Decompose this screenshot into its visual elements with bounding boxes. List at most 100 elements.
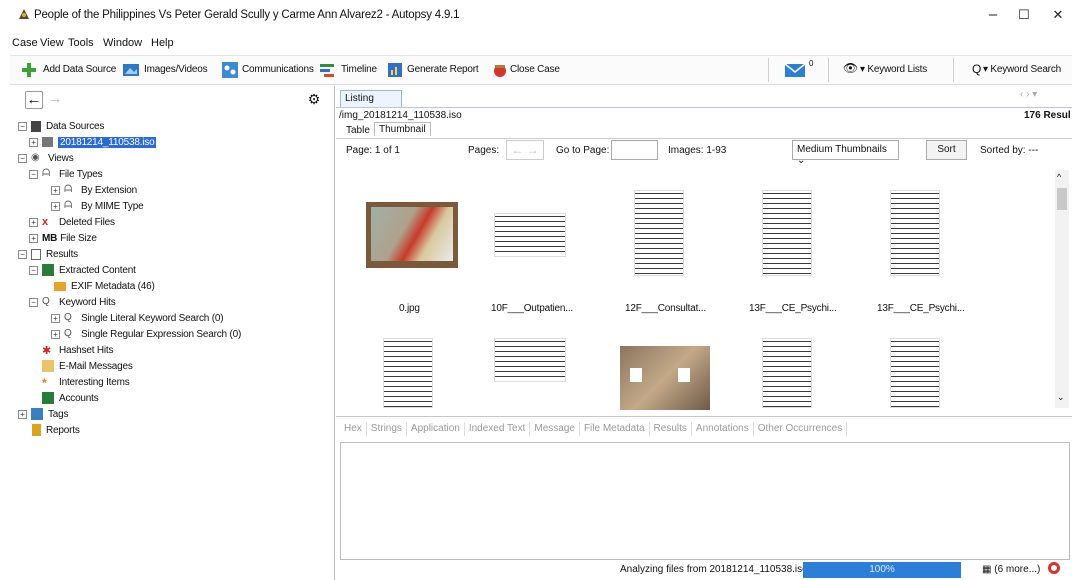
tree-reports[interactable]: Reports bbox=[32, 422, 80, 438]
tree-interesting[interactable]: * Interesting Items bbox=[42, 374, 130, 390]
tree-label: Accounts bbox=[59, 392, 99, 404]
menu-help[interactable]: Help bbox=[151, 37, 174, 49]
data-sources-icon bbox=[31, 120, 41, 132]
back-arrow-icon[interactable]: ← bbox=[25, 91, 43, 109]
tree-data-source-item[interactable]: + 20181214_110538.iso bbox=[29, 134, 157, 150]
communications-button[interactable]: Communications bbox=[242, 64, 314, 75]
tab-indexed-text[interactable]: Indexed Text bbox=[465, 422, 531, 436]
tree-views[interactable]: − ◉ Views bbox=[18, 150, 74, 166]
menu-case[interactable]: Case bbox=[12, 37, 38, 49]
tree-results[interactable]: − Results bbox=[18, 246, 78, 262]
tab-strings[interactable]: Strings bbox=[367, 422, 407, 436]
tab-hex[interactable]: Hex bbox=[340, 422, 367, 436]
tree-hashset-hits[interactable]: ✱ Hashset Hits bbox=[42, 342, 113, 358]
collapse-icon[interactable]: − bbox=[29, 265, 38, 275]
more-tasks-button[interactable]: ▦ (6 more...) bbox=[982, 564, 1040, 575]
thumbnail-caption: 12F___Consultat... bbox=[625, 303, 706, 314]
tab-scroll-arrows[interactable]: ‹ › ▾ bbox=[1020, 89, 1037, 100]
scrollbar-thumb[interactable] bbox=[1057, 188, 1067, 210]
thumbnail-document[interactable] bbox=[890, 338, 940, 408]
expand-icon[interactable]: + bbox=[51, 313, 60, 323]
tree-keyword-hits[interactable]: − Q Keyword Hits bbox=[29, 294, 116, 310]
tab-file-metadata[interactable]: File Metadata bbox=[580, 422, 650, 436]
tree-file-size[interactable]: + MB File Size bbox=[29, 230, 97, 246]
tab-message[interactable]: Message bbox=[530, 422, 580, 436]
thumbnail-document[interactable] bbox=[762, 190, 812, 276]
progress-value: 100% bbox=[869, 564, 895, 575]
expand-icon[interactable]: + bbox=[29, 137, 38, 147]
menu-window[interactable]: Window bbox=[103, 37, 142, 49]
timeline-icon bbox=[320, 64, 334, 77]
expand-icon[interactable]: + bbox=[51, 201, 60, 211]
keyword-lists-button[interactable]: ▾ Keyword Lists bbox=[860, 64, 927, 75]
thumbnail-subtab[interactable]: Thumbnail bbox=[374, 122, 431, 136]
gear-icon[interactable]: ⚙ bbox=[305, 91, 323, 109]
collapse-icon[interactable]: − bbox=[29, 169, 38, 179]
expand-icon[interactable]: + bbox=[29, 233, 38, 243]
notification-icon[interactable] bbox=[1048, 562, 1060, 574]
search-icon: Q bbox=[64, 328, 72, 339]
expand-icon[interactable]: + bbox=[51, 185, 60, 195]
expand-icon[interactable]: + bbox=[51, 329, 60, 339]
tab-other-occurrences[interactable]: Other Occurrences bbox=[754, 422, 848, 436]
tree-accounts[interactable]: Accounts bbox=[42, 390, 99, 406]
scroll-up-icon[interactable]: ^ bbox=[1057, 172, 1061, 182]
tree-email[interactable]: E-Mail Messages bbox=[42, 358, 133, 374]
thumbnail-caption: 0.jpg bbox=[399, 303, 420, 314]
mail-icon[interactable] bbox=[784, 61, 806, 79]
collapse-icon[interactable]: − bbox=[18, 249, 27, 259]
thumbnail-image[interactable] bbox=[366, 202, 458, 268]
thumbnail-document[interactable] bbox=[494, 213, 566, 257]
tab-application[interactable]: Application bbox=[407, 422, 465, 436]
add-data-source-button[interactable]: Add Data Source bbox=[43, 64, 116, 75]
tab-annotations[interactable]: Annotations bbox=[692, 422, 754, 436]
tree-data-sources[interactable]: − Data Sources bbox=[18, 118, 104, 134]
scroll-down-icon[interactable]: ⌄ bbox=[1057, 392, 1065, 403]
close-case-button[interactable]: Close Case bbox=[510, 64, 560, 75]
thumbnail-document[interactable] bbox=[762, 338, 812, 408]
content-viewer-area[interactable] bbox=[340, 442, 1070, 560]
tree-single-literal[interactable]: + Q Single Literal Keyword Search (0) bbox=[51, 310, 224, 326]
thumbnail-document[interactable] bbox=[634, 190, 684, 276]
tree-exif[interactable]: EXIF Metadata (46) bbox=[54, 278, 155, 294]
thumbnail-image[interactable] bbox=[620, 346, 710, 410]
keyword-search-label: Keyword Search bbox=[990, 64, 1061, 75]
thumbnail-document[interactable] bbox=[383, 338, 433, 408]
thumbnail-document[interactable] bbox=[494, 338, 566, 382]
keyword-search-button[interactable]: ▾ Keyword Search bbox=[983, 64, 1061, 75]
expand-icon[interactable]: + bbox=[29, 217, 38, 227]
tree-file-types[interactable]: − ᗩ File Types bbox=[29, 166, 103, 182]
goto-page-input[interactable] bbox=[611, 140, 658, 160]
close-button[interactable]: ✕ bbox=[1040, 4, 1072, 26]
forward-arrow-icon[interactable]: → bbox=[46, 91, 64, 109]
tree-deleted-files[interactable]: + x Deleted Files bbox=[29, 214, 115, 230]
thumbnail-caption: 10F___Outpatien... bbox=[491, 303, 574, 314]
maximize-button[interactable]: ☐ bbox=[1006, 4, 1042, 26]
thumbnail-size-select[interactable]: Medium Thumbnails ⌄ bbox=[792, 140, 899, 166]
tab-results[interactable]: Results bbox=[650, 422, 692, 436]
menu-view[interactable]: View bbox=[40, 37, 64, 49]
timeline-button[interactable]: Timeline bbox=[341, 64, 377, 75]
tree-by-extension[interactable]: + ᗩ By Extension bbox=[51, 182, 137, 198]
menu-tools[interactable]: Tools bbox=[68, 37, 94, 49]
thumbnail-document[interactable] bbox=[890, 190, 940, 276]
images-videos-button[interactable]: Images/Videos bbox=[144, 64, 208, 75]
tree-tags[interactable]: + Tags bbox=[18, 406, 69, 422]
collapse-icon[interactable]: − bbox=[18, 153, 27, 163]
table-subtab[interactable]: Table bbox=[344, 124, 372, 137]
tree-extracted-content[interactable]: − Extracted Content bbox=[29, 262, 136, 278]
page-nav-arrows[interactable]: ← → bbox=[506, 140, 544, 160]
expand-icon[interactable]: + bbox=[18, 409, 27, 419]
sort-button[interactable]: Sort bbox=[926, 140, 967, 160]
tree-label: Deleted Files bbox=[59, 216, 115, 228]
tree-by-mime[interactable]: + ᗩ By MIME Type bbox=[51, 198, 144, 214]
tree-single-regex[interactable]: + Q Single Regular Expression Search (0) bbox=[51, 326, 241, 342]
collapse-icon[interactable]: − bbox=[18, 121, 27, 131]
vertical-scrollbar[interactable]: ^ ⌄ bbox=[1055, 170, 1069, 408]
generate-report-button[interactable]: Generate Report bbox=[407, 64, 479, 75]
images-range-label: Images: 1-93 bbox=[668, 145, 727, 156]
listing-tab[interactable]: Listing bbox=[340, 90, 402, 107]
splitter[interactable] bbox=[336, 416, 1072, 417]
hashset-icon: ✱ bbox=[42, 345, 52, 357]
collapse-icon[interactable]: − bbox=[29, 297, 38, 307]
